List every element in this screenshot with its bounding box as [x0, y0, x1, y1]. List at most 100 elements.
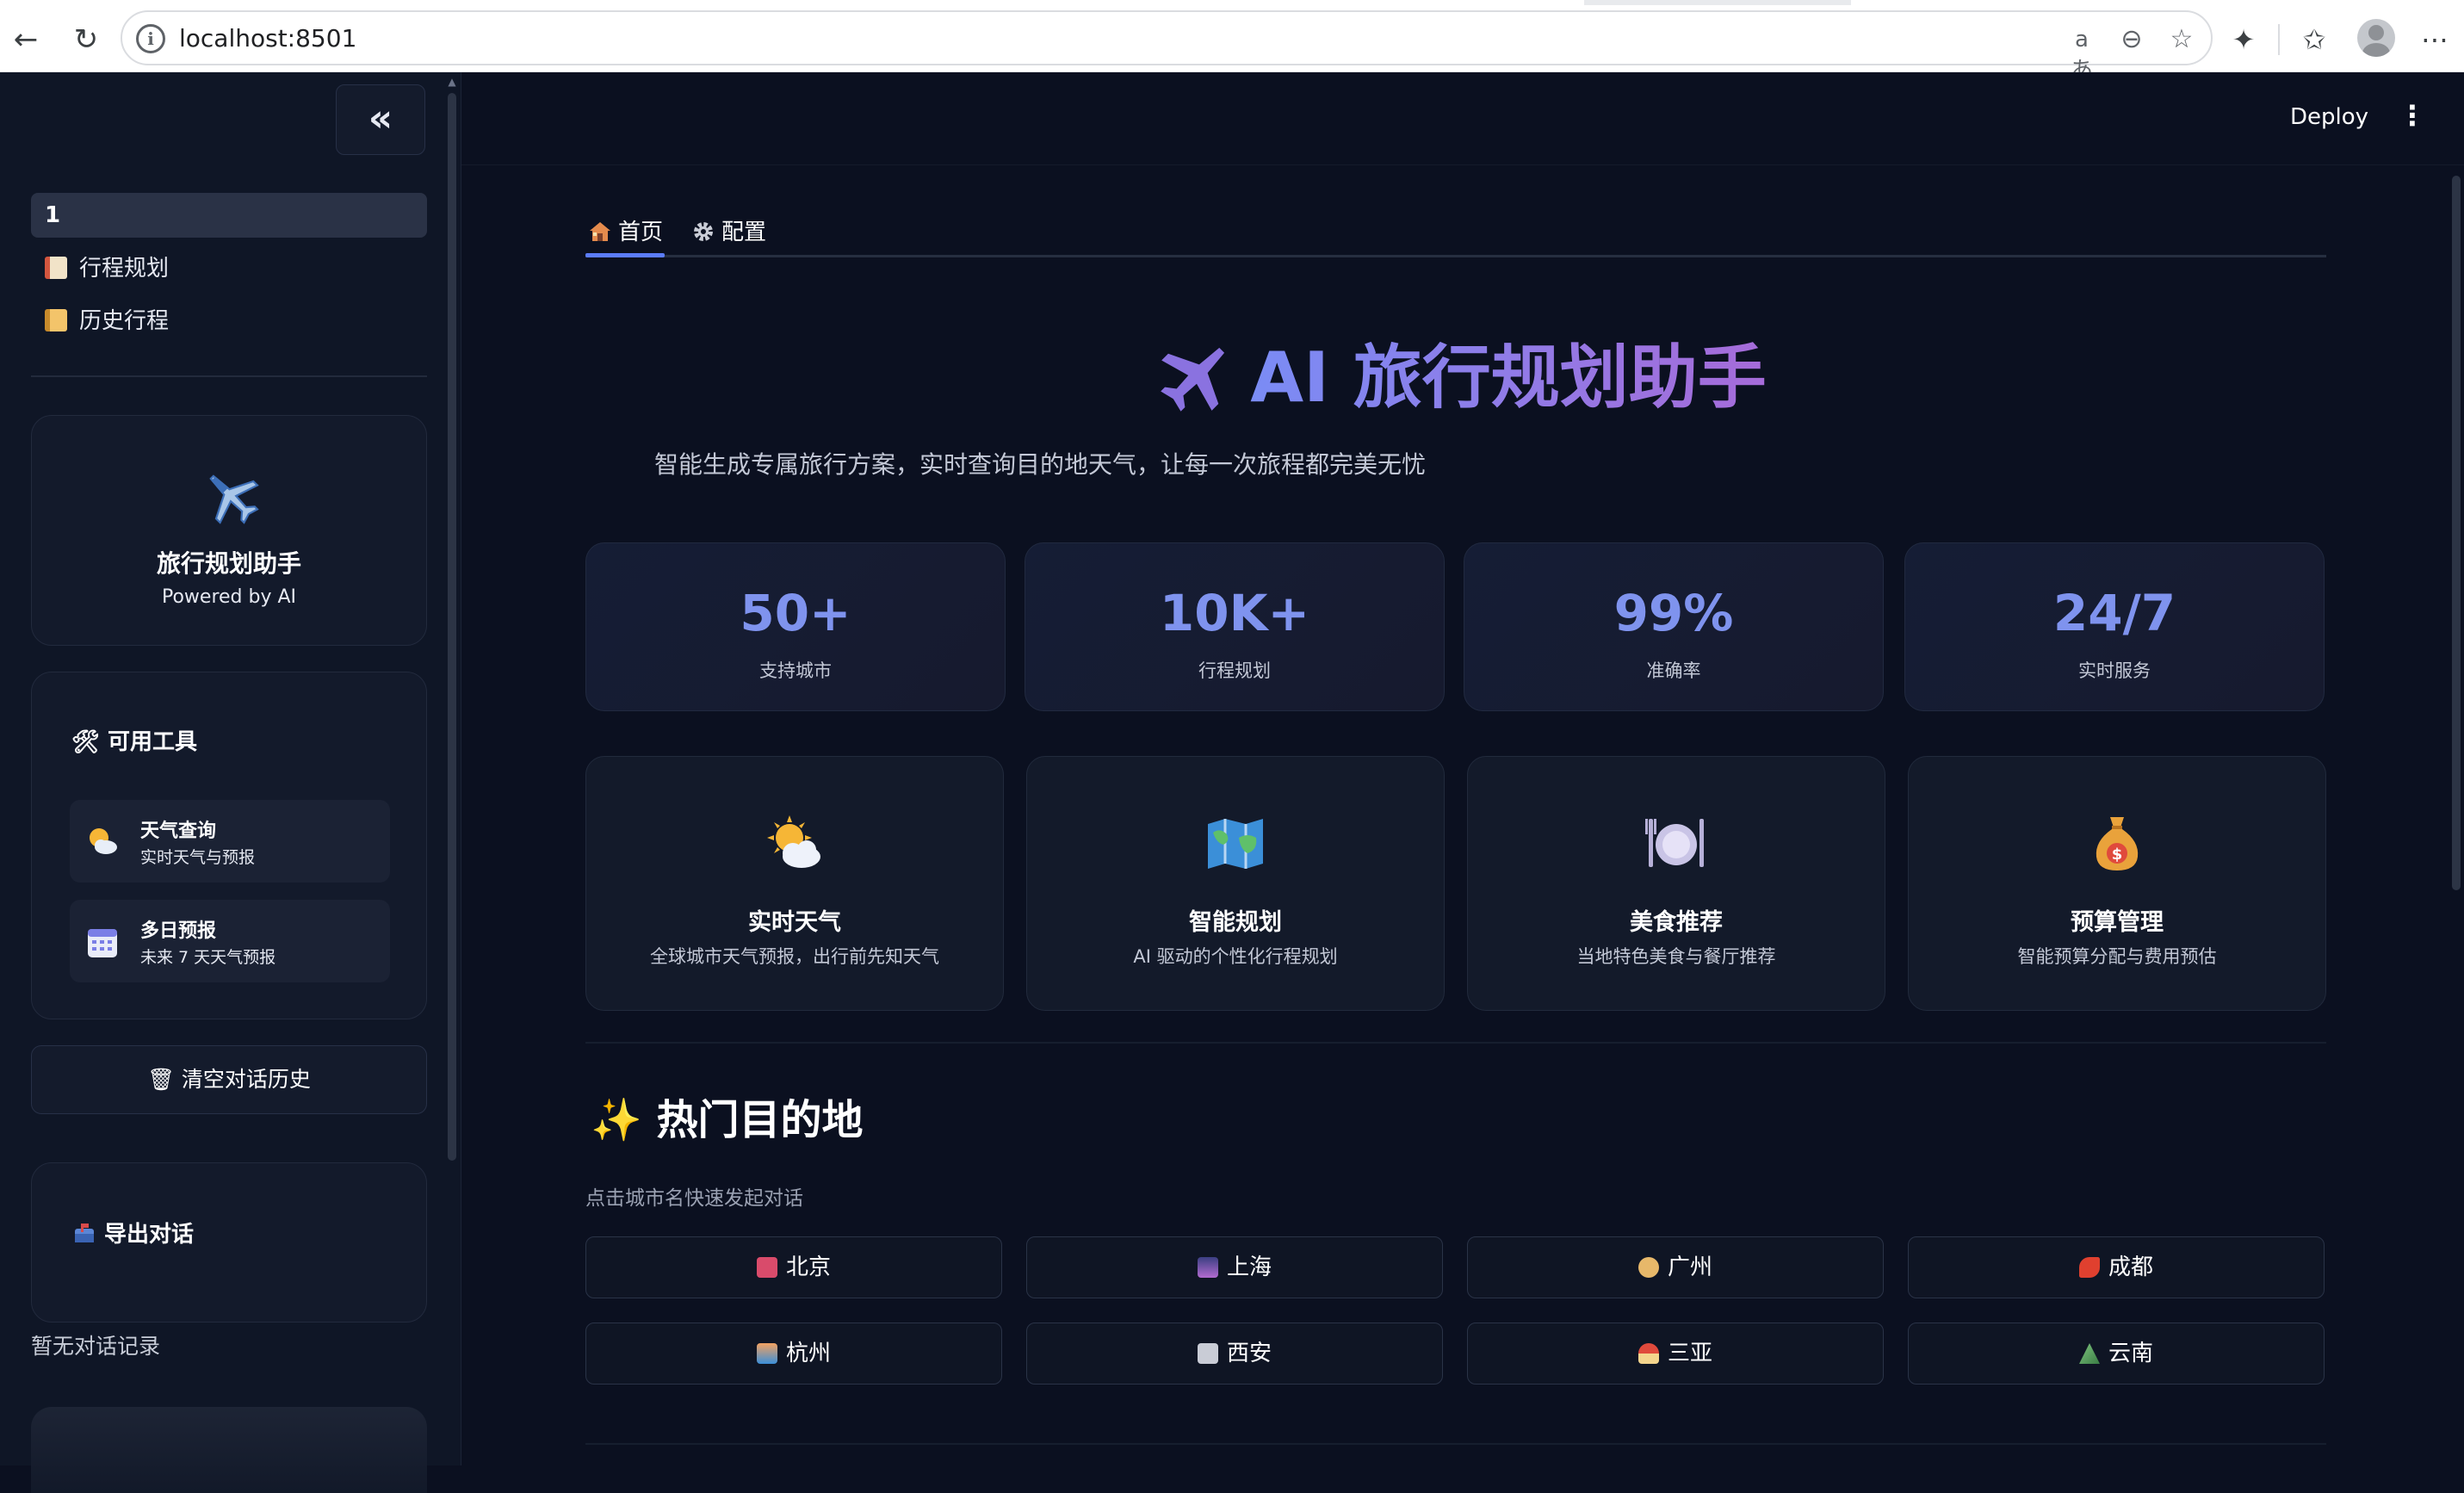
tools-title: 🛠 可用工具 — [71, 729, 198, 755]
feature-name: 预算管理 — [2071, 909, 2164, 936]
beach-umbrella-icon — [1638, 1343, 1659, 1364]
sidebar-item-history[interactable]: 历史行程 — [31, 299, 427, 344]
city-label: 云南 — [2108, 1341, 2153, 1366]
mountain-icon — [2078, 1343, 2100, 1364]
plate-fork-knife-icon — [1468, 812, 1885, 874]
sidebar-item-label: 行程规划 — [79, 256, 170, 282]
app-header — [461, 72, 2464, 165]
dumpling-icon — [1638, 1257, 1659, 1278]
reload-icon[interactable]: ↻ — [65, 19, 107, 60]
tab-label: 配置 — [721, 220, 767, 245]
clear-history-button[interactable]: 🗑 清空对话历史 — [31, 1045, 427, 1114]
streamlit-app: ▲ « 1 行程规划 历史行程 旅行规划助手 Powered by AI 🛠 可… — [0, 72, 2464, 1493]
extensions-icon[interactable]: ✦ — [2223, 19, 2264, 60]
tool-name: 天气查询 — [140, 821, 217, 842]
sidebar-item-label: 历史行程 — [79, 308, 170, 334]
sidebar: ▲ « 1 行程规划 历史行程 旅行规划助手 Powered by AI 🛠 可… — [0, 72, 461, 1493]
feature-name: 实时天气 — [748, 909, 841, 936]
tab-strip — [0, 0, 2464, 5]
city-label: 成都 — [2108, 1254, 2153, 1280]
sunrise-lake-icon — [756, 1343, 777, 1364]
tab-home[interactable]: 首页 — [589, 215, 663, 255]
browser-chrome: ← ↻ i localhost:8501 aあ ⊖ ☆ ✦ ✩ ⋯ — [0, 0, 2464, 84]
tab-active-indicator — [585, 253, 665, 257]
stat-value: 99% — [1613, 584, 1734, 642]
night-skyline-icon — [1197, 1257, 1218, 1278]
tool-name: 多日预报 — [140, 920, 217, 942]
tab-settings[interactable]: 配置 — [692, 215, 766, 255]
sun-behind-cloud-icon — [586, 812, 1003, 874]
browser-tab[interactable] — [0, 0, 1584, 5]
export-card: 导出对话 — [31, 1162, 427, 1323]
pagoda-icon — [756, 1257, 777, 1278]
city-button-guangzhou[interactable]: 广州 — [1467, 1236, 1884, 1298]
main-scrollbar[interactable] — [2452, 176, 2461, 890]
city-label: 北京 — [785, 1254, 831, 1280]
city-button-xian[interactable]: 西安 — [1026, 1323, 1443, 1385]
world-map-icon — [1027, 812, 1444, 874]
brand-subtitle: Powered by AI — [161, 586, 297, 608]
city-label: 上海 — [1226, 1254, 1272, 1280]
city-button-sanya[interactable]: 三亚 — [1467, 1323, 1884, 1385]
bookmark-star-icon[interactable]: ☆ — [2164, 24, 2199, 55]
city-label: 杭州 — [785, 1341, 831, 1366]
classical-building-icon — [1197, 1343, 1218, 1364]
sidebar-item-itinerary[interactable]: 行程规划 — [31, 246, 427, 291]
clipboard-icon — [45, 257, 67, 279]
stat-card: 24/7 实时服务 — [1904, 542, 2325, 711]
svg-text:$: $ — [2112, 846, 2123, 864]
sun-behind-cloud-icon — [90, 828, 117, 854]
feature-card-budget: $ 预算管理 智能预算分配与费用预估 — [1908, 756, 2326, 1011]
main-menu-icon[interactable]: ⋮ — [2399, 98, 2426, 136]
city-button-beijing[interactable]: 北京 — [585, 1236, 1002, 1298]
tool-desc: 实时天气与预报 — [140, 848, 256, 867]
feature-card-weather: 实时天气 全球城市天气预报，出行前先知天气 — [585, 756, 1004, 1011]
site-info-icon[interactable]: i — [136, 24, 165, 53]
back-icon[interactable]: ← — [5, 19, 46, 60]
city-button-yunnan[interactable]: 云南 — [1908, 1323, 2325, 1385]
hero-title-text: AI 旅行规划助手 — [1250, 338, 1767, 418]
city-button-shanghai[interactable]: 上海 — [1026, 1236, 1443, 1298]
airplane-icon — [209, 474, 259, 524]
city-button-hangzhou[interactable]: 杭州 — [585, 1323, 1002, 1385]
section-divider — [585, 1443, 2326, 1445]
more-options-icon[interactable]: ⋯ — [2414, 19, 2455, 60]
feature-desc: 全球城市天气预报，出行前先知天气 — [650, 946, 939, 967]
sidebar-item-home[interactable]: 1 — [31, 193, 427, 238]
sidebar-scroll-up-icon[interactable]: ▲ — [448, 77, 456, 87]
deploy-button[interactable]: Deploy — [2290, 98, 2368, 136]
address-bar[interactable]: i localhost:8501 aあ ⊖ ☆ — [121, 10, 2213, 84]
hero-title: AI 旅行规划助手 — [461, 331, 2464, 425]
gear-icon — [694, 222, 713, 241]
translate-icon[interactable]: aあ — [2065, 24, 2099, 84]
sidebar-scrollbar[interactable] — [448, 93, 456, 1161]
feature-name: 美食推荐 — [1630, 909, 1723, 936]
stat-card: 99% 准确率 — [1464, 542, 1884, 711]
brand-card: 旅行规划助手 Powered by AI — [31, 415, 427, 646]
url-text: localhost:8501 — [179, 24, 357, 53]
export-title: 导出对话 — [104, 1222, 195, 1248]
tool-multiday-forecast: 多日预报 未来 7 天天气预报 — [70, 900, 390, 982]
tab-label: 首页 — [618, 220, 664, 245]
collapse-sidebar-button[interactable]: « — [336, 84, 425, 155]
brand-title: 旅行规划助手 — [156, 549, 301, 578]
sidebar-divider — [31, 375, 427, 377]
favorites-icon[interactable]: ✩ — [2294, 19, 2335, 60]
stat-label: 准确率 — [1646, 660, 1701, 681]
tabs-underline — [585, 255, 2326, 257]
city-label: 西安 — [1226, 1341, 1272, 1366]
feature-desc: 当地特色美食与餐厅推荐 — [1576, 946, 1776, 967]
zoom-out-icon[interactable]: ⊖ — [2114, 24, 2149, 55]
stat-value: 10K+ — [1159, 584, 1310, 642]
tool-desc: 未来 7 天天气预报 — [140, 948, 276, 967]
destinations-subtitle: 点击城市名快速发起对话 — [585, 1187, 803, 1210]
city-button-chengdu[interactable]: 成都 — [1908, 1236, 2325, 1298]
destinations-title: ✨ 热门目的地 — [591, 1096, 864, 1144]
profile-avatar[interactable] — [2357, 19, 2395, 57]
city-label: 广州 — [1667, 1254, 1712, 1280]
browser-tab-2[interactable] — [1851, 0, 2464, 5]
tool-weather-query: 天气查询 实时天气与预报 — [70, 800, 390, 883]
stat-value: 50+ — [740, 584, 851, 642]
toolbar-divider — [2278, 24, 2280, 55]
hot-pepper-icon — [2078, 1257, 2100, 1278]
